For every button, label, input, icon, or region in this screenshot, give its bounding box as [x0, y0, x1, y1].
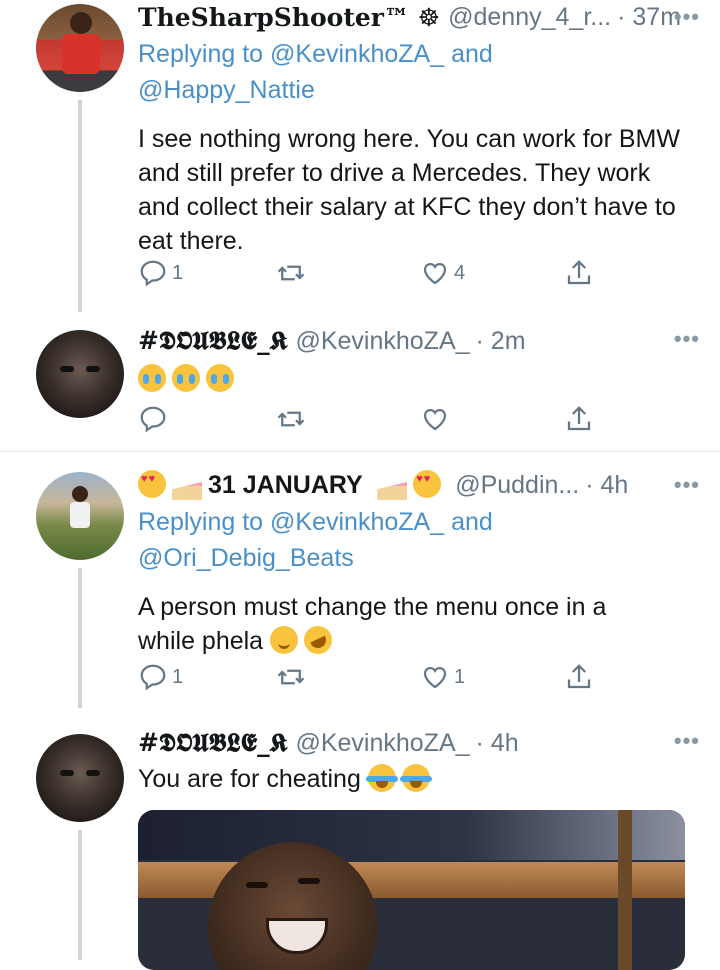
tweet-1[interactable]: TheSharpShooter™ ☸ @denny_4_r... · 37m R… [0, 0, 720, 312]
heart-icon [423, 408, 447, 431]
more-icon[interactable]: ••• [674, 472, 700, 498]
like-button[interactable] [420, 404, 450, 434]
like-count: 4 [454, 261, 466, 284]
reply-icon [140, 260, 166, 287]
loudly-crying-face-emoji [172, 364, 200, 392]
tweet-2[interactable]: #𝕯𝕺𝖀𝕭𝕷𝕰_𝕶 @KevinkhoZA_ · 2m ••• [0, 318, 720, 448]
handle[interactable]: @denny_4_r... [448, 3, 611, 32]
timestamp[interactable]: · 2m [476, 327, 526, 356]
thread-line [78, 100, 82, 312]
reply-button[interactable]: 1 [138, 258, 183, 288]
retweet-button[interactable] [276, 258, 306, 288]
tweet-divider [0, 451, 720, 452]
smiling-cat-heart-eyes-emoji [138, 470, 166, 498]
more-icon[interactable]: ••• [674, 728, 700, 754]
avatar[interactable] [36, 4, 124, 92]
reply-count: 1 [172, 665, 184, 688]
timestamp[interactable]: · 4h [476, 729, 519, 758]
thread-line [78, 568, 82, 708]
reply-button[interactable] [138, 404, 168, 434]
share-icon [567, 406, 591, 431]
cake-slice-emoji [377, 470, 407, 498]
avatar[interactable] [36, 734, 124, 822]
more-icon[interactable]: ••• [674, 4, 700, 30]
display-name[interactable]: TheSharpShooter™ ☸ [138, 3, 440, 32]
mention-link[interactable]: @Ori_Debig_Beats [138, 544, 354, 572]
cake-slice-emoji [172, 470, 202, 498]
avatar[interactable] [36, 472, 124, 560]
mention-link[interactable]: @KevinkhoZA_ [270, 40, 444, 68]
like-button[interactable]: 1 [420, 662, 465, 692]
handle[interactable]: @KevinkhoZA_ [295, 327, 469, 356]
smiling-cat-heart-eyes-emoji [413, 470, 442, 498]
timestamp[interactable]: · 4h [585, 471, 628, 500]
timestamp[interactable]: · 37m [617, 3, 681, 32]
avatar[interactable] [36, 330, 124, 418]
display-name[interactable]: #𝕯𝕺𝖀𝕭𝕷𝕰_𝕶 [138, 728, 287, 758]
share-button[interactable] [564, 404, 594, 434]
share-button[interactable] [564, 258, 594, 288]
reply-icon [140, 406, 166, 433]
handle[interactable]: @Puddin... [455, 471, 579, 500]
mention-link[interactable]: @KevinkhoZA_ [270, 508, 444, 536]
tweet-text [138, 362, 700, 396]
replying-to: Replying to @KevinkhoZA_ and @Happy_Natt… [138, 40, 493, 104]
loudly-crying-face-emoji [206, 364, 234, 392]
reply-icon [140, 664, 166, 691]
more-icon[interactable]: ••• [674, 326, 700, 352]
tweet-text: I see nothing wrong here. You can work f… [138, 125, 680, 255]
share-icon [567, 664, 591, 689]
retweet-button[interactable] [276, 662, 306, 692]
like-count: 1 [454, 665, 466, 688]
heart-icon [423, 666, 447, 689]
tweet-photo[interactable] [138, 810, 685, 970]
loudly-crying-face-emoji [138, 364, 166, 392]
share-icon [567, 260, 591, 285]
heart-icon [423, 262, 447, 285]
mention-link[interactable]: @Happy_Nattie [138, 76, 315, 104]
face-with-tears-of-joy-emoji [399, 764, 432, 792]
retweet-icon [277, 411, 305, 427]
reply-count: 1 [172, 261, 184, 284]
handle[interactable]: @KevinkhoZA_ [295, 729, 469, 758]
like-button[interactable]: 4 [420, 258, 465, 288]
smiling-face-emoji [270, 626, 299, 654]
display-name[interactable]: 31 JANUARY [138, 470, 447, 500]
face-with-tears-of-joy-emoji [365, 764, 398, 792]
share-button[interactable] [564, 662, 594, 692]
retweet-icon [277, 265, 305, 281]
display-name[interactable]: #𝕯𝕺𝖀𝕭𝕷𝕰_𝕶 [138, 326, 287, 356]
tweet-text: A person must change the menu once in a … [138, 590, 700, 659]
tweet-3[interactable]: 31 JANUARY @Puddin... · 4h Replying to @… [0, 460, 720, 708]
retweet-button[interactable] [276, 404, 306, 434]
rolling-on-floor-laughing-emoji [299, 621, 337, 659]
thread-line [78, 830, 82, 960]
replying-to: Replying to @KevinkhoZA_ and @Ori_Debig_… [138, 508, 493, 572]
reply-button[interactable]: 1 [138, 662, 183, 692]
retweet-icon [277, 669, 305, 685]
tweet-text: You are for cheating [138, 762, 700, 796]
